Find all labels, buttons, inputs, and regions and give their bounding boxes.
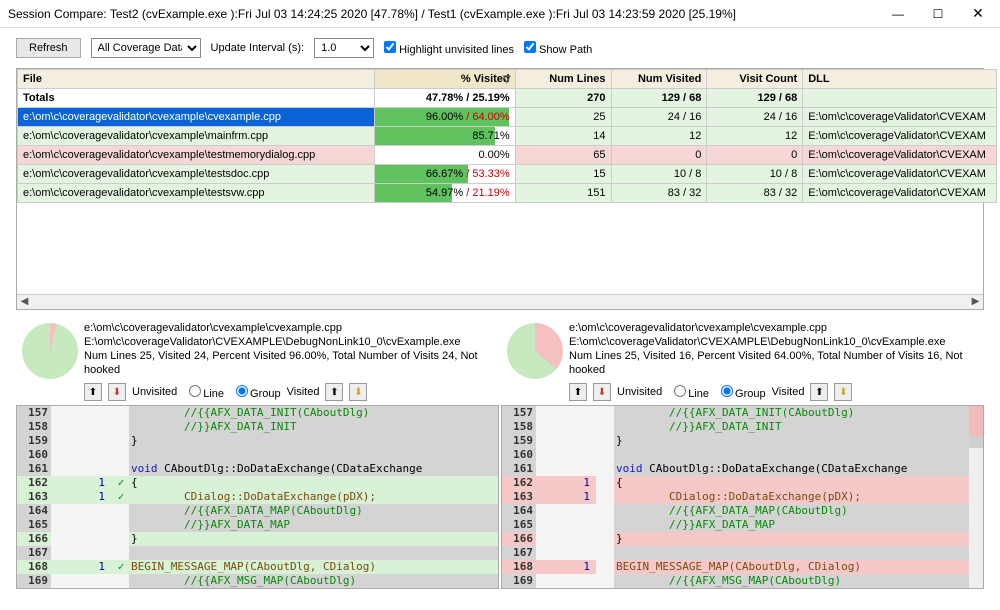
- line-radio[interactable]: Line: [668, 385, 709, 400]
- highlight-check[interactable]: Highlight unvisited lines: [384, 41, 514, 56]
- pane-right-stats: Num Lines 25, Visited 16, Percent Visite…: [569, 349, 984, 377]
- unvisited-label: Unvisited: [132, 386, 177, 398]
- table-row[interactable]: e:\om\c\coveragevalidator\cvexample\cvex…: [18, 108, 997, 127]
- nav-up-unvisited-button[interactable]: ⬆: [569, 383, 587, 401]
- splitter[interactable]: [0, 314, 1000, 317]
- col-pct-visited[interactable]: % Visited▽: [374, 70, 515, 89]
- highlight-checkbox[interactable]: [384, 41, 396, 53]
- showpath-checkbox[interactable]: [524, 41, 536, 53]
- pane-right: e:\om\c\coveragevalidator\cvexample\cvex…: [501, 321, 984, 589]
- code-right[interactable]: 1571581591601611621631641651661671681691…: [501, 405, 984, 589]
- maximize-button[interactable]: ☐: [918, 1, 958, 27]
- group-radio[interactable]: Group: [230, 385, 281, 400]
- nav-up-visited-button[interactable]: ⬆: [810, 383, 828, 401]
- pane-left-exe: E:\om\c\coverageValidator\CVEXAMPLE\Debu…: [84, 335, 499, 349]
- col-file[interactable]: File: [18, 70, 375, 89]
- nav-down-visited-button[interactable]: ⬇: [834, 383, 852, 401]
- totals-row: Totals 47.78% / 25.19% 270 129 / 68 129 …: [18, 89, 997, 108]
- nav-down-unvisited-button[interactable]: ⬇: [108, 383, 126, 401]
- pie-left: [22, 323, 78, 379]
- pane-left-stats: Num Lines 25, Visited 24, Percent Visite…: [84, 349, 499, 377]
- sort-desc-icon: ▽: [503, 74, 511, 85]
- pane-left-path: e:\om\c\coveragevalidator\cvexample\cvex…: [84, 321, 499, 335]
- code-left[interactable]: 1571581591601611621631641651661671681691…: [16, 405, 499, 589]
- pane-left: e:\om\c\coveragevalidator\cvexample\cvex…: [16, 321, 499, 589]
- table-hscroll[interactable]: ◀ ▶: [17, 294, 983, 309]
- table-row[interactable]: e:\om\c\coveragevalidator\cvexample\test…: [18, 146, 997, 165]
- nav-down-visited-button[interactable]: ⬇: [349, 383, 367, 401]
- pane-right-path: e:\om\c\coveragevalidator\cvexample\cvex…: [569, 321, 984, 335]
- file-table: File % Visited▽ Num Lines Num Visited Vi…: [16, 68, 984, 310]
- showpath-check[interactable]: Show Path: [524, 41, 592, 56]
- titlebar: Session Compare: Test2 (cvExample.exe ):…: [0, 0, 1000, 28]
- scroll-right-icon[interactable]: ▶: [968, 295, 983, 310]
- pane-right-exe: E:\om\c\coverageValidator\CVEXAMPLE\Debu…: [569, 335, 984, 349]
- interval-select[interactable]: 1.0: [314, 38, 374, 58]
- coverage-select[interactable]: All Coverage Data: [91, 38, 201, 58]
- pie-right: [507, 323, 563, 379]
- scroll-left-icon[interactable]: ◀: [17, 295, 32, 310]
- vscroll-right[interactable]: [969, 406, 983, 588]
- col-dll[interactable]: DLL: [803, 70, 997, 89]
- window-title: Session Compare: Test2 (cvExample.exe ):…: [8, 7, 878, 21]
- nav-up-unvisited-button[interactable]: ⬆: [84, 383, 102, 401]
- line-radio[interactable]: Line: [183, 385, 224, 400]
- toolbar: Refresh All Coverage Data Update Interva…: [0, 28, 1000, 68]
- interval-label: Update Interval (s):: [211, 42, 305, 54]
- table-row[interactable]: e:\om\c\coveragevalidator\cvexample\test…: [18, 184, 997, 203]
- group-radio[interactable]: Group: [715, 385, 766, 400]
- col-num-visited[interactable]: Num Visited: [611, 70, 707, 89]
- table-row[interactable]: e:\om\c\coveragevalidator\cvexample\test…: [18, 165, 997, 184]
- col-visit-count[interactable]: Visit Count: [707, 70, 803, 89]
- visited-label: Visited: [287, 386, 320, 398]
- nav-up-visited-button[interactable]: ⬆: [325, 383, 343, 401]
- refresh-button[interactable]: Refresh: [16, 38, 81, 58]
- table-row[interactable]: e:\om\c\coveragevalidator\cvexample\main…: [18, 127, 997, 146]
- nav-down-unvisited-button[interactable]: ⬇: [593, 383, 611, 401]
- minimize-button[interactable]: —: [878, 1, 918, 27]
- close-button[interactable]: ✕: [958, 1, 998, 27]
- col-num-lines[interactable]: Num Lines: [515, 70, 611, 89]
